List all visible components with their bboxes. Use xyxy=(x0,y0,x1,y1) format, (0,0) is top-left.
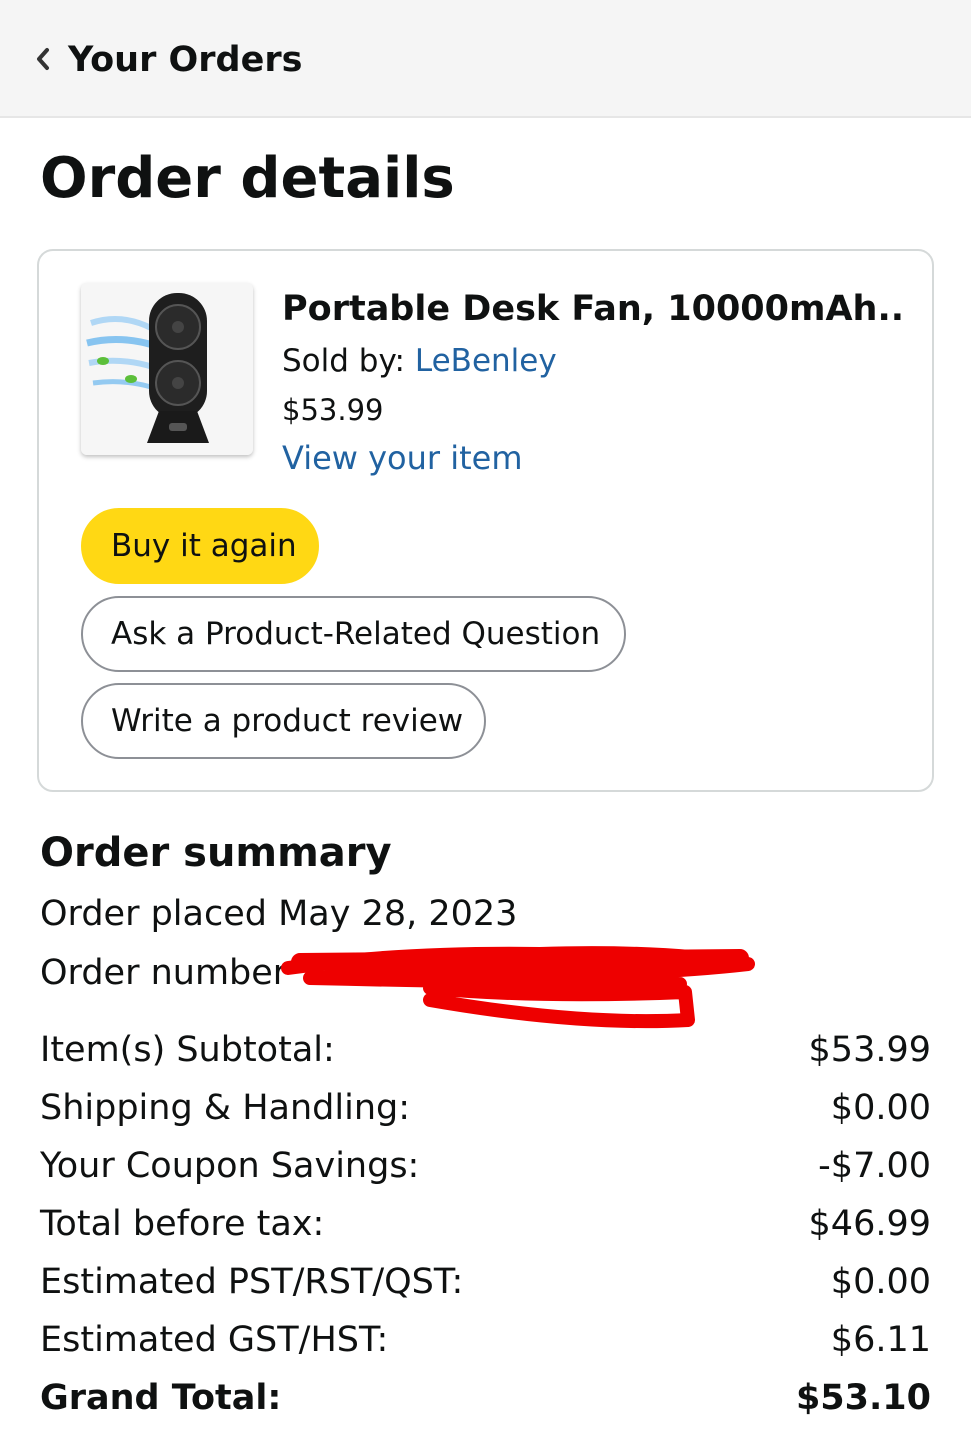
grand-total-amount: $53.10 xyxy=(795,1378,931,1418)
summary-row-gst: Estimated GST/HST: $6.11 xyxy=(40,1314,931,1366)
order-item-card: Portable Desk Fan, 10000mAh... Sold by: … xyxy=(37,249,934,792)
summary-row-total-before-tax: Total before tax: $46.99 xyxy=(40,1198,931,1250)
write-product-review-button[interactable]: Write a product review xyxy=(81,683,486,759)
summary-row-subtotal: Item(s) Subtotal: $53.99 xyxy=(40,1024,931,1076)
order-number-label: Order number xyxy=(40,953,288,993)
top-nav-bar: Your Orders xyxy=(0,0,971,118)
summary-row-amount: $6.11 xyxy=(830,1320,931,1360)
page-title: Order details xyxy=(40,146,455,211)
item-price: $53.99 xyxy=(282,393,384,427)
back-to-your-orders-link[interactable]: Your Orders xyxy=(68,38,302,82)
summary-row-amount: $46.99 xyxy=(808,1204,931,1244)
summary-row-pst: Estimated PST/RST/QST: $0.00 xyxy=(40,1256,931,1308)
sold-by-line: Sold by: LeBenley xyxy=(282,341,557,381)
summary-row-label: Estimated GST/HST: xyxy=(40,1320,389,1360)
desk-fan-product-image xyxy=(81,283,253,455)
summary-row-label: Estimated PST/RST/QST: xyxy=(40,1262,464,1302)
view-your-item-link[interactable]: View your item xyxy=(282,437,523,479)
summary-row-label: Your Coupon Savings: xyxy=(40,1146,420,1186)
product-image[interactable] xyxy=(81,283,253,455)
chevron-left-icon[interactable] xyxy=(34,46,50,72)
grand-total-label: Grand Total: xyxy=(40,1378,282,1418)
product-title[interactable]: Portable Desk Fan, 10000mAh... xyxy=(282,287,902,331)
ask-product-question-button[interactable]: Ask a Product-Related Question xyxy=(81,596,626,672)
summary-row-amount: $0.00 xyxy=(830,1262,931,1302)
summary-row-amount: $53.99 xyxy=(808,1030,931,1070)
buy-it-again-button[interactable]: Buy it again xyxy=(81,508,319,584)
summary-row-label: Shipping & Handling: xyxy=(40,1088,411,1128)
order-placed-date: Order placed May 28, 2023 xyxy=(40,894,518,934)
summary-row-shipping: Shipping & Handling: $0.00 xyxy=(40,1082,931,1134)
summary-row-grand-total: Grand Total: $53.10 xyxy=(40,1372,931,1424)
sold-by-label: Sold by: xyxy=(282,343,406,379)
seller-link[interactable]: LeBenley xyxy=(415,343,557,379)
summary-row-label: Total before tax: xyxy=(40,1204,325,1244)
summary-row-coupon: Your Coupon Savings: -$7.00 xyxy=(40,1140,931,1192)
order-summary-title: Order summary xyxy=(40,830,392,876)
summary-row-label: Item(s) Subtotal: xyxy=(40,1030,335,1070)
summary-row-amount: $0.00 xyxy=(830,1088,931,1128)
summary-row-amount: -$7.00 xyxy=(818,1146,931,1186)
